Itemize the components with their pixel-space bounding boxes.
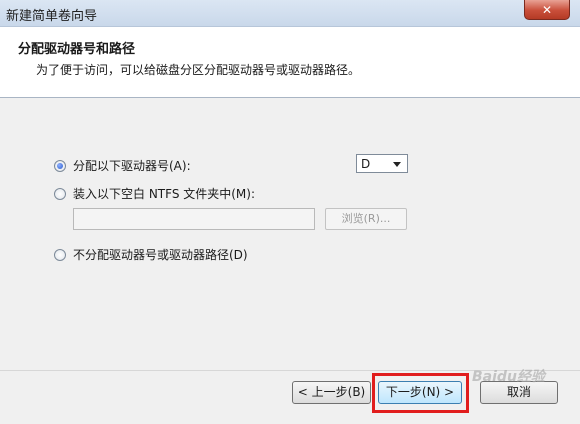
assign-letter-label: 分配以下驱动器号(A): (73, 159, 191, 173)
mount-folder-radio[interactable] (54, 187, 66, 200)
mount-folder-option[interactable]: 装入以下空白 NTFS 文件夹中(M): (54, 185, 255, 202)
assign-letter-radio[interactable] (54, 159, 66, 172)
next-button-highlight (372, 373, 469, 413)
back-button[interactable]: < 上一步(B) (292, 381, 371, 404)
drive-letter-value: D (361, 157, 371, 171)
title-bar: 新建简单卷向导 ✕ (0, 0, 580, 27)
mount-folder-label: 装入以下空白 NTFS 文件夹中(M): (73, 187, 256, 201)
page-title: 分配驱动器号和路径 (18, 42, 136, 57)
drive-letter-select[interactable]: D (356, 154, 408, 173)
wizard-header: 分配驱动器号和路径 为了便于访问，可以给磁盘分区分配驱动器号或驱动器路径。 (0, 27, 580, 98)
close-icon: ✕ (541, 2, 553, 17)
no-assign-option[interactable]: 不分配驱动器号或驱动器路径(D) (54, 246, 248, 263)
no-assign-radio[interactable] (54, 248, 66, 261)
window-title: 新建简单卷向导 (6, 9, 98, 24)
page-subtitle: 为了便于访问，可以给磁盘分区分配驱动器号或驱动器路径。 (36, 63, 361, 77)
assign-letter-option[interactable]: 分配以下驱动器号(A): (54, 157, 191, 174)
wizard-content (0, 98, 580, 370)
browse-button[interactable]: 浏览(R)... (325, 208, 407, 230)
no-assign-label: 不分配驱动器号或驱动器路径(D) (73, 248, 248, 262)
close-button[interactable]: ✕ (524, 0, 570, 20)
folder-path-input[interactable] (73, 208, 315, 230)
watermark: Baidu经验 (472, 369, 545, 385)
chevron-down-icon (393, 162, 401, 167)
